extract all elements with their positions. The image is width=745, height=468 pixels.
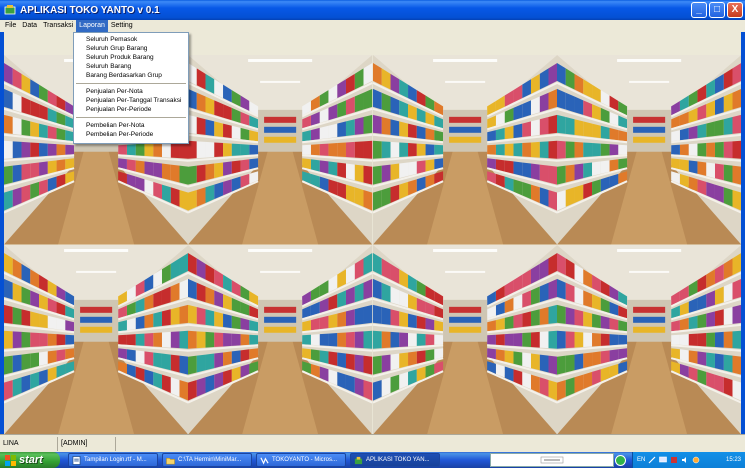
aisle-photo-tile	[556, 244, 741, 434]
aisle-photo-tile	[4, 244, 189, 434]
visual-studio-icon	[260, 456, 269, 465]
aisle-photo-tile	[188, 55, 373, 245]
task-explorer-folder[interactable]: C:\TA Hermin\MiniMar...	[162, 453, 252, 467]
menu-item-penjualan-per-nota[interactable]: Penjualan Per-Nota	[74, 87, 188, 96]
window-titlebar[interactable]: APLIKASI TOKO YANTO v 0.1 _ □ X	[0, 0, 745, 20]
minimize-button[interactable]: _	[691, 2, 707, 18]
menu-data[interactable]: Data	[19, 20, 40, 32]
toolbar-logo-icon	[540, 456, 564, 464]
menu-bar: File Data Transaksi Laporan Setting	[0, 20, 745, 32]
task-label: C:\TA Hermin\MiniMar...	[178, 457, 242, 463]
tray-network-icon[interactable]	[648, 456, 656, 464]
menu-item-seluruh-grup-barang[interactable]: Seluruh Grup Barang	[74, 44, 188, 53]
menu-laporan[interactable]: Laporan	[76, 20, 108, 32]
status-username: LINA	[0, 436, 58, 451]
task-word-doc[interactable]: Tampilan Login.rtf - M...	[68, 453, 158, 467]
window-controls: _ □ X	[691, 2, 743, 18]
word-document-icon	[72, 455, 81, 465]
status-role: [ADMIN]	[58, 436, 116, 451]
laporan-dropdown-menu: Seluruh Pemasok Seluruh Grup Barang Selu…	[73, 32, 189, 144]
menu-item-pembelian-per-periode[interactable]: Pembelian Per-Periode	[74, 130, 188, 139]
menu-item-penjualan-per-tanggal[interactable]: Penjualan Per-Tanggal Transaksi	[74, 96, 188, 105]
app-icon	[4, 5, 16, 15]
tray-security-icon[interactable]	[692, 456, 700, 464]
start-button[interactable]: start	[0, 452, 60, 468]
language-indicator[interactable]: EN	[637, 457, 645, 463]
task-aplikasi-toko[interactable]: APLIKASI TOKO YAN...	[350, 453, 440, 467]
close-button[interactable]: X	[727, 2, 743, 18]
tray-volume-icon[interactable]	[681, 456, 689, 464]
tray-monitor-icon[interactable]	[659, 456, 668, 464]
maximize-button[interactable]: □	[709, 2, 725, 18]
menu-item-penjualan-per-periode[interactable]: Penjualan Per-Periode	[74, 105, 188, 114]
tray-expand-icon[interactable]	[615, 455, 626, 466]
desktop-screen: APLIKASI TOKO YANTO v 0.1 _ □ X File Dat…	[0, 0, 745, 468]
menu-separator	[76, 117, 186, 118]
menu-file[interactable]: File	[2, 20, 19, 32]
tray-clock[interactable]: 15:23	[726, 457, 741, 463]
menu-item-seluruh-pemasok[interactable]: Seluruh Pemasok	[74, 35, 188, 44]
status-bar: LINA [ADMIN]	[0, 434, 745, 452]
menu-setting[interactable]: Setting	[108, 20, 136, 32]
system-tray: EN 15:23	[632, 452, 745, 468]
folder-icon	[166, 457, 175, 464]
menu-item-barang-berdasarkan-grup[interactable]: Barang Berdasarkan Grup	[74, 71, 188, 80]
windows-flag-icon	[5, 454, 16, 466]
tray-toolbar-widget[interactable]	[490, 453, 614, 467]
start-label: start	[19, 454, 43, 466]
taskbar: start Tampilan Login.rtf - M... C:\TA He…	[0, 452, 745, 468]
menu-item-pembelian-per-nota[interactable]: Pembelian Per-Nota	[74, 121, 188, 130]
task-label: Tampilan Login.rtf - M...	[84, 457, 147, 463]
task-label: APLIKASI TOKO YAN...	[366, 457, 430, 463]
task-label: TOKOYANTO - Micros...	[272, 457, 338, 463]
menu-transaksi[interactable]: Transaksi	[40, 20, 76, 32]
aisle-photo-tile	[556, 55, 741, 245]
aisle-photo-tile	[188, 244, 373, 434]
menu-item-seluruh-produk-barang[interactable]: Seluruh Produk Barang	[74, 53, 188, 62]
tray-app-icon[interactable]	[670, 456, 678, 464]
task-tokoyanto-vb[interactable]: TOKOYANTO - Micros...	[256, 453, 346, 467]
menu-separator	[76, 83, 186, 84]
app-icon	[354, 456, 363, 464]
window-title: APLIKASI TOKO YANTO v 0.1	[20, 4, 160, 16]
aisle-photo-tile	[372, 244, 557, 434]
aisle-photo-tile	[372, 55, 557, 245]
menu-item-seluruh-barang[interactable]: Seluruh Barang	[74, 62, 188, 71]
window-border-right	[741, 32, 745, 434]
